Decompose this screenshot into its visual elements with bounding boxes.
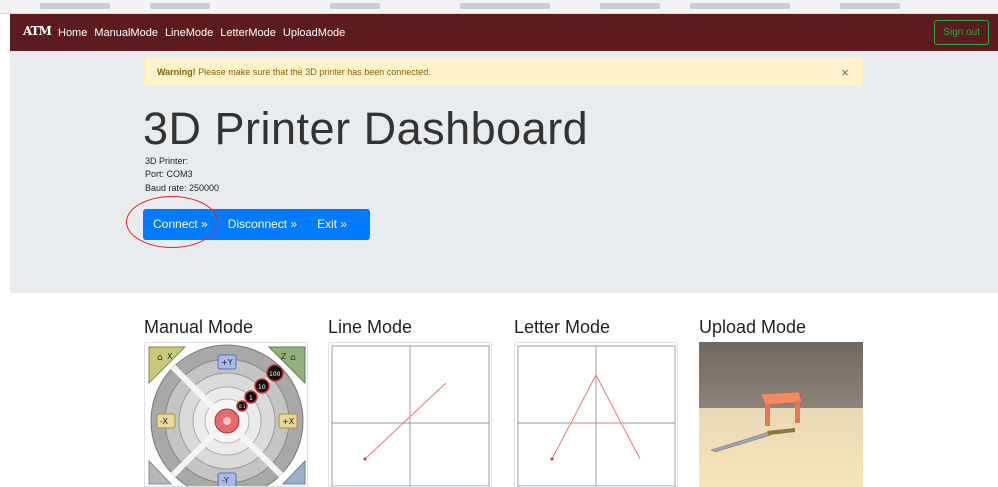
letter-mode-heading[interactable]: Letter Mode	[514, 317, 610, 338]
close-icon[interactable]: ×	[841, 58, 849, 87]
exit-button[interactable]: Exit »	[307, 209, 357, 240]
tamu-logo[interactable]: ATM	[23, 21, 52, 41]
nav-letter-mode[interactable]: LetterMode	[220, 27, 276, 39]
upload-mode-heading[interactable]: Upload Mode	[699, 317, 806, 338]
step-100-label: 100	[269, 371, 281, 378]
manual-mode-card[interactable]: ⌂ X Z ⌂ +Y -Y +X -X 100 10 1 0.1	[144, 342, 308, 487]
page-title: 3D Printer Dashboard	[143, 103, 589, 154]
minus-x-label: -X	[160, 417, 168, 426]
port-label: Port: COM3	[145, 169, 193, 179]
plus-x-label: +X	[282, 417, 295, 426]
line-start-point	[363, 457, 367, 461]
disconnect-button[interactable]: Disconnect »	[218, 209, 307, 240]
annotation-circle	[126, 196, 218, 248]
nav-home[interactable]: Home	[58, 27, 87, 39]
minus-y-label: -Y	[222, 476, 229, 485]
letter-mode-canvas	[517, 345, 676, 486]
line-mode-heading[interactable]: Line Mode	[328, 317, 412, 338]
printer-label: 3D Printer:	[145, 156, 189, 166]
jog-control-graphic: ⌂ X Z ⌂ +Y -Y +X -X 100 10 1 0.1	[145, 343, 307, 486]
line-mode-canvas	[331, 345, 490, 486]
letter-start-point	[550, 457, 554, 461]
sign-out-button[interactable]: Sign out	[934, 20, 989, 45]
nav-line-mode[interactable]: LineMode	[165, 27, 213, 39]
step-1-label: 1	[249, 395, 253, 402]
manual-mode-heading[interactable]: Manual Mode	[144, 317, 253, 338]
home-icon: ⌂	[157, 353, 163, 363]
alert-strong: Warning!	[157, 67, 196, 77]
home-x-label: X	[167, 352, 173, 361]
step-01-label: 0.1	[239, 404, 246, 409]
nav-manual-mode[interactable]: ManualMode	[94, 27, 158, 39]
dashboard-jumbotron: Warning! Please make sure that the 3D pr…	[10, 51, 998, 293]
letter-mode-card[interactable]	[514, 342, 678, 487]
alert-message: Please make sure that the 3D printer has…	[195, 67, 431, 77]
home-z-label: Z	[281, 352, 287, 361]
plus-y-label: +Y	[221, 358, 233, 367]
home-icon: ⌂	[290, 353, 296, 363]
browser-bookmarks-strip	[0, 0, 998, 14]
step-10-label: 10	[258, 384, 266, 391]
nav-links: Home ManualMode LineMode LetterMode Uplo…	[58, 14, 352, 51]
upload-mode-card[interactable]	[699, 342, 863, 487]
line-mode-card[interactable]	[328, 342, 492, 487]
top-navbar: ATM Home ManualMode LineMode LetterMode …	[10, 14, 998, 51]
upload-preview-image	[699, 342, 863, 487]
nav-upload-mode[interactable]: UploadMode	[283, 27, 345, 39]
warning-alert: Warning! Please make sure that the 3D pr…	[144, 57, 863, 86]
baud-rate-label: Baud rate: 250000	[145, 183, 220, 193]
